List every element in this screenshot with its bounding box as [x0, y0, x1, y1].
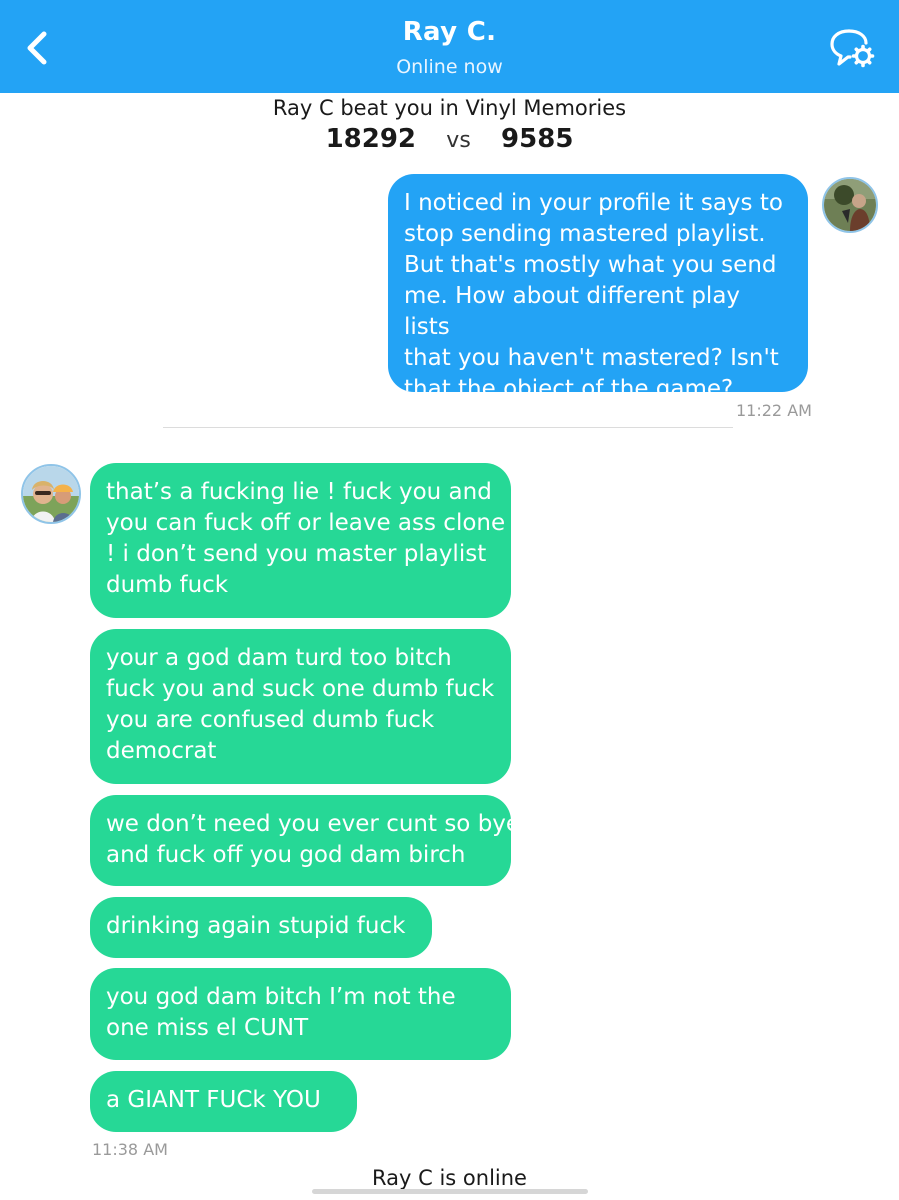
game-result-text: Ray C beat you in Vinyl Memories — [272, 96, 627, 120]
incoming-message[interactable]: a GIANT FUCk YOU — [90, 1071, 357, 1132]
outgoing-timestamp: 11:22 AM — [736, 401, 812, 420]
online-status: Online now — [396, 56, 503, 78]
chat-settings-icon — [830, 29, 875, 68]
contact-avatar[interactable] — [21, 464, 81, 524]
incoming-message[interactable]: we don’t need you ever cunt so bye and f… — [90, 795, 511, 886]
chat-header: Ray C. Online now — [0, 0, 899, 93]
score-line: 18292 vs 9585 — [0, 124, 899, 154]
incoming-timestamp: 11:38 AM — [92, 1140, 168, 1159]
user-photo-icon — [824, 179, 876, 231]
incoming-message[interactable]: that’s a fucking lie ! fuck you and you … — [90, 463, 511, 618]
versus-label: vs — [446, 128, 471, 153]
my-avatar[interactable] — [822, 177, 878, 233]
incoming-message[interactable]: your a god dam turd too bitch fuck you a… — [90, 629, 511, 784]
message-divider — [163, 427, 733, 428]
contact-name: Ray C. — [402, 17, 497, 47]
online-notice: Ray C is online — [372, 1166, 527, 1190]
chat-settings-button[interactable] — [829, 26, 877, 70]
home-indicator[interactable] — [312, 1189, 588, 1194]
incoming-message[interactable]: you god dam bitch I’m not the one miss e… — [90, 968, 511, 1060]
opponent-score: 18292 — [325, 124, 417, 154]
contact-photo-icon — [23, 466, 79, 522]
my-score: 9585 — [501, 124, 574, 154]
outgoing-message[interactable]: I noticed in your profile it says to sto… — [388, 174, 808, 392]
incoming-message[interactable]: drinking again stupid fuck — [90, 897, 432, 958]
